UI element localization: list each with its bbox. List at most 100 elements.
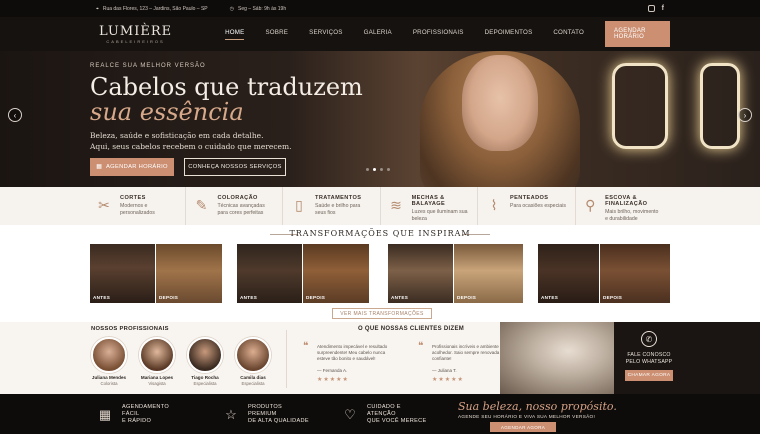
whatsapp-icon[interactable]: ✆ bbox=[641, 331, 657, 347]
main-nav: LUMIÈRE CABELEIREIROS HOME SOBRE SERVIÇO… bbox=[0, 17, 760, 51]
after-photo[interactable]: DEPOIS bbox=[303, 244, 369, 303]
brand-logo[interactable]: LUMIÈRE CABELEIREIROS bbox=[99, 25, 172, 44]
after-photo[interactable]: DEPOIS bbox=[454, 244, 523, 303]
after-photo[interactable]: DEPOIS bbox=[156, 244, 222, 303]
nav-menu: HOME SOBRE SERVIÇOS GALERIA PROFISSIONAI… bbox=[225, 29, 605, 40]
service-desc: Luzes que iluminam sua beleza bbox=[411, 209, 468, 222]
section-divider bbox=[286, 330, 287, 388]
carousel-dot[interactable] bbox=[380, 168, 383, 171]
dryer-icon: ⚲ bbox=[585, 196, 596, 213]
clock-icon: ◷ bbox=[229, 5, 234, 12]
hair-icon: ≋ bbox=[390, 196, 402, 213]
rating-stars: ★★★★★ bbox=[317, 377, 349, 383]
service-item-coloracao[interactable]: ✎ COLORAÇÃO Técnicas avançadas para cores… bbox=[186, 187, 283, 225]
hero-schedule-button[interactable]: ▦ AGENDAR HORÁRIO bbox=[90, 158, 174, 176]
feature-line2: QUE VOCÊ MERECE bbox=[367, 418, 427, 424]
quote-icon: ❝ bbox=[303, 341, 309, 352]
testimonial-author: — Fernanda A. bbox=[317, 368, 348, 373]
nav-item-profissionais[interactable]: PROFISSIONAIS bbox=[413, 29, 464, 40]
carousel-dot-active[interactable] bbox=[373, 168, 376, 171]
whatsapp-line2: PELO WHATSAPP bbox=[625, 359, 673, 365]
nav-item-sobre[interactable]: SOBRE bbox=[265, 29, 288, 40]
service-item-cortes[interactable]: ✂ CORTES Modernos e personalizados bbox=[88, 187, 186, 225]
service-item-tratamentos[interactable]: ▯ TRATAMENTOS Saúde e brilho para seus fi… bbox=[283, 187, 381, 225]
footer-schedule-button[interactable]: AGENDAR AGORA bbox=[490, 422, 556, 432]
feature-products: ☆ PRODUTOS PREMIUM DE ALTA QUALIDADE bbox=[222, 404, 312, 425]
after-label: DEPOIS bbox=[159, 295, 179, 300]
before-photo[interactable]: ANTES bbox=[237, 244, 302, 303]
brand-tagline: CABELEIREIROS bbox=[106, 38, 165, 44]
before-photo[interactable]: ANTES bbox=[90, 244, 155, 303]
service-desc: Saúde e brilho para seus fios bbox=[315, 203, 361, 216]
after-label: DEPOIS bbox=[603, 295, 623, 300]
service-title: COLORAÇÃO bbox=[217, 195, 258, 201]
chevron-right-icon: › bbox=[743, 110, 747, 120]
nav-item-home[interactable]: HOME bbox=[225, 29, 245, 40]
carousel-dot[interactable] bbox=[366, 168, 369, 171]
nav-item-galeria[interactable]: GALERIA bbox=[364, 29, 392, 40]
before-photo[interactable]: ANTES bbox=[388, 244, 453, 303]
address-text: Rua das Flores, 123 – Jardins, São Paulo… bbox=[102, 5, 208, 12]
transformations-title: TRANSFORMAÇÕES QUE INSPIRAM bbox=[289, 229, 471, 238]
instagram-icon[interactable] bbox=[647, 5, 655, 12]
hero-subtitle-line2: Aqui, seus cabelos recebem o cuidado que… bbox=[90, 142, 292, 151]
after-photo[interactable]: DEPOIS bbox=[600, 244, 670, 303]
brush-icon: ✎ bbox=[195, 196, 208, 213]
top-bar: ⌖ Rua das Flores, 123 – Jardins, São Pau… bbox=[0, 0, 760, 17]
schedule-button[interactable]: AGENDAR HORÁRIO bbox=[605, 21, 670, 47]
hero-services-button[interactable]: CONHEÇA NOSSOS SERVIÇOS bbox=[184, 158, 286, 176]
whatsapp-line1: FALE CONOSCO bbox=[627, 352, 671, 358]
service-title: MECHAS & BALAYAGE bbox=[411, 195, 446, 207]
carousel-next-button[interactable]: › bbox=[738, 108, 752, 122]
professional-role: Especialista bbox=[241, 381, 265, 386]
before-label: ANTES bbox=[93, 295, 111, 300]
nav-item-contato[interactable]: CONTATO bbox=[553, 29, 584, 40]
nav-item-depoimentos[interactable]: DEPOIMENTOS bbox=[485, 29, 533, 40]
service-desc: Mais brilho, movimento e durabilidade bbox=[605, 209, 659, 222]
heart-icon: ♡ bbox=[344, 406, 356, 422]
scissors-icon: ✂ bbox=[98, 196, 110, 213]
footer-slogan-sub: AGENDE SEU HORÁRIO E VIVA SUA MELHOR VER… bbox=[458, 414, 596, 419]
comb-icon: ⌇ bbox=[490, 196, 498, 213]
feature-line2: DE ALTA QUALIDADE bbox=[248, 418, 309, 424]
before-photo[interactable]: ANTES bbox=[538, 244, 599, 303]
whatsapp-call-button[interactable]: CHAMAR AGORA bbox=[625, 370, 673, 381]
feature-care: ♡ CUIDADO E ATENÇÃO QUE VOCÊ MERECE bbox=[341, 404, 431, 425]
brand-name: LUMIÈRE bbox=[99, 23, 173, 39]
service-desc: Para ocasiões especiais bbox=[510, 203, 566, 209]
more-transformations-button[interactable]: VER MAIS TRANSFORMAÇÕES bbox=[332, 308, 432, 319]
location-pin-icon: ⌖ bbox=[96, 5, 99, 12]
nav-item-servicos[interactable]: SERVIÇOS bbox=[309, 29, 342, 40]
rating-stars: ★★★★★ bbox=[432, 377, 464, 383]
social-links: f bbox=[647, 5, 664, 12]
carousel-dot[interactable] bbox=[387, 168, 390, 171]
facebook-icon[interactable]: f bbox=[662, 5, 664, 12]
service-item-penteados[interactable]: ⌇ PENTEADOS Para ocasiões especiais bbox=[478, 187, 576, 225]
whatsapp-text: FALE CONOSCO PELO WHATSAPP bbox=[614, 352, 684, 366]
mirror-light-right bbox=[700, 63, 740, 149]
service-item-escova[interactable]: ⚲ ESCOVA & FINALIZAÇÃO Mais brilho, movim… bbox=[576, 187, 673, 225]
hero-title-line2: sua essência bbox=[90, 98, 244, 126]
hours-info: ◷ Seg – Sáb: 9h às 19h bbox=[230, 6, 286, 12]
service-title: CORTES bbox=[120, 195, 146, 201]
address-info: ⌖ Rua das Flores, 123 – Jardins, São Pau… bbox=[96, 6, 208, 12]
star-icon: ☆ bbox=[225, 406, 237, 422]
hours-text: Seg – Sáb: 9h às 19h bbox=[238, 5, 287, 12]
hero-title-line1: Cabelos que traduzem bbox=[90, 73, 363, 101]
avatar[interactable] bbox=[139, 337, 175, 373]
before-label: ANTES bbox=[391, 295, 409, 300]
professional-name: Camila dias bbox=[240, 375, 266, 380]
feature-line2: E RÁPIDO bbox=[122, 418, 152, 424]
avatar[interactable] bbox=[91, 337, 127, 373]
hero-subtitle: Beleza, saúde e sofisticação em cada det… bbox=[90, 130, 350, 152]
feature-line1: PRODUTOS PREMIUM bbox=[248, 404, 282, 417]
professionals-title: NOSSOS PROFISSIONAIS bbox=[91, 326, 169, 332]
service-item-mechas[interactable]: ≋ MECHAS & BALAYAGE Luzes que iluminam su… bbox=[381, 187, 478, 225]
carousel-prev-button[interactable]: ‹ bbox=[8, 108, 22, 122]
calendar-icon: ▦ bbox=[96, 164, 102, 170]
service-title: ESCOVA & FINALIZAÇÃO bbox=[605, 195, 648, 207]
before-label: ANTES bbox=[240, 295, 258, 300]
avatar[interactable] bbox=[187, 337, 223, 373]
testimonial-author: — Juliana T. bbox=[432, 368, 457, 373]
avatar[interactable] bbox=[235, 337, 271, 373]
